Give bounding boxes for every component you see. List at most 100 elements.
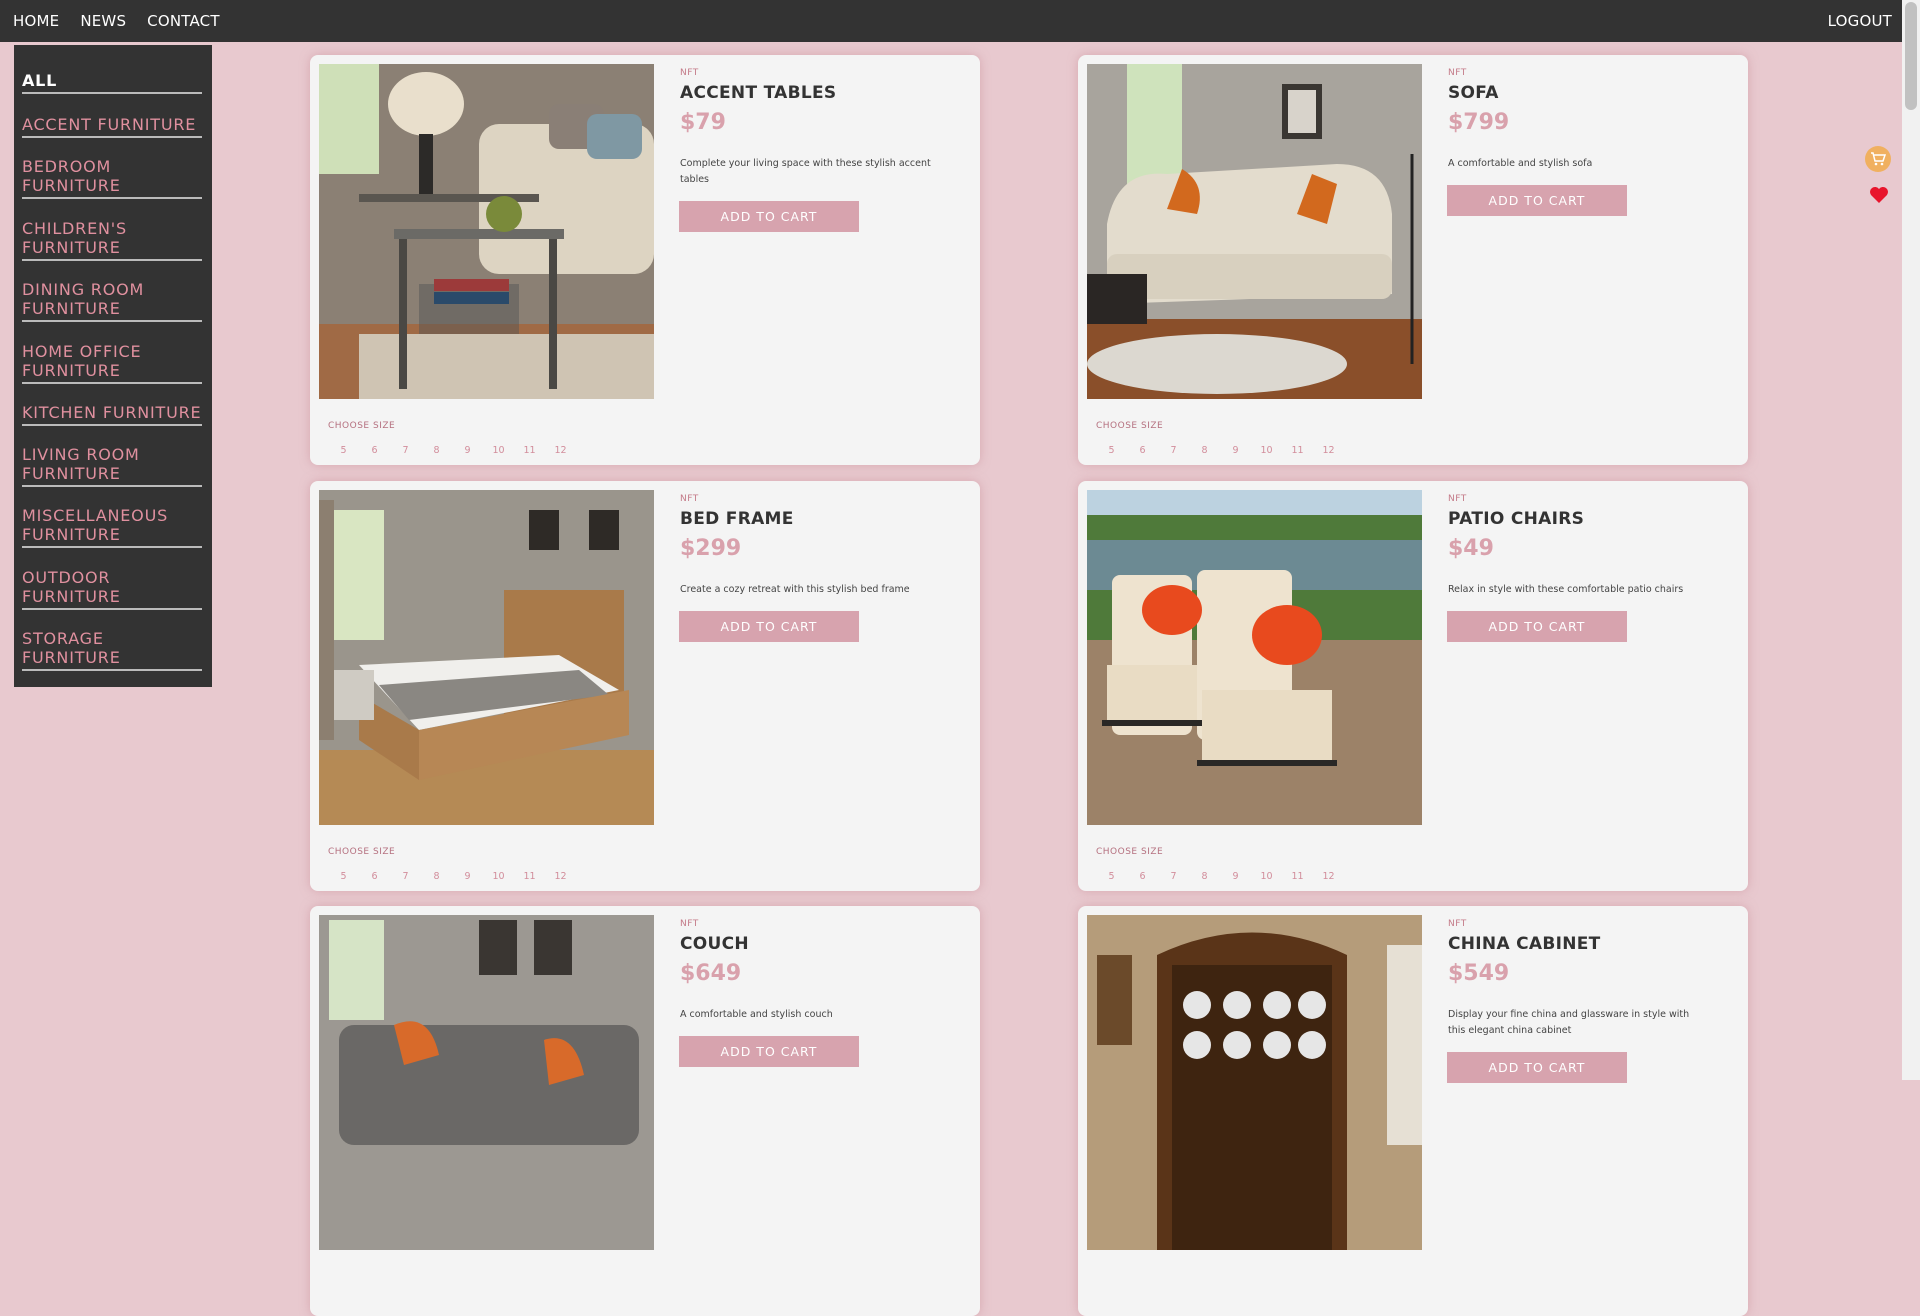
choose-size-label: CHOOSE SIZE [328, 421, 396, 431]
size-option[interactable]: 5 [328, 445, 359, 456]
size-option[interactable]: 7 [1158, 871, 1189, 882]
size-option[interactable]: 7 [390, 871, 421, 882]
size-option[interactable]: 8 [421, 445, 452, 456]
size-option[interactable]: 7 [390, 445, 421, 456]
size-options: 5 6 7 8 9 10 11 12 [328, 871, 576, 882]
nav-contact-link[interactable]: CONTACT [147, 12, 220, 30]
product-card: NFT BED FRAME $299 Create a cozy retreat… [310, 481, 980, 891]
product-tag: NFT [1448, 68, 1467, 78]
product-description: Relax in style with these comfortable pa… [1448, 584, 1684, 595]
product-card: NFT CHINA CABINET $549 Display your fine… [1078, 906, 1748, 1316]
category-sidebar: ALL ACCENT FURNITURE BEDROOM FURNITURE C… [14, 45, 212, 687]
size-option[interactable]: 11 [514, 445, 545, 456]
product-price: $299 [680, 536, 742, 561]
category-childrens-furniture[interactable]: CHILDREN'S FURNITURE [22, 219, 202, 261]
size-option[interactable]: 8 [1189, 445, 1220, 456]
category-outdoor-furniture[interactable]: OUTDOOR FURNITURE [22, 568, 202, 610]
product-price: $549 [1448, 961, 1510, 986]
product-name: BED FRAME [680, 509, 794, 529]
product-tag: NFT [680, 68, 699, 78]
size-option[interactable]: 9 [1220, 871, 1251, 882]
category-dining-room-furniture[interactable]: DINING ROOM FURNITURE [22, 280, 202, 322]
shopping-cart-icon[interactable] [1865, 146, 1891, 172]
choose-size-label: CHOOSE SIZE [1096, 847, 1164, 857]
category-all[interactable]: ALL [22, 71, 202, 94]
product-card: NFT PATIO CHAIRS $49 Relax in style with… [1078, 481, 1748, 891]
product-image [1087, 64, 1422, 399]
product-tag: NFT [680, 494, 699, 504]
size-option[interactable]: 11 [1282, 871, 1313, 882]
size-option[interactable]: 6 [1127, 871, 1158, 882]
product-image [1087, 915, 1422, 1250]
size-option[interactable]: 10 [1251, 871, 1282, 882]
add-to-cart-button[interactable]: ADD TO CART [679, 201, 859, 232]
category-living-room-furniture[interactable]: LIVING ROOM FURNITURE [22, 445, 202, 487]
size-option[interactable]: 12 [545, 871, 576, 882]
product-description: Create a cozy retreat with this stylish … [680, 584, 910, 595]
size-options: 5 6 7 8 9 10 11 12 [1096, 871, 1344, 882]
nav-home-link[interactable]: HOME [13, 12, 59, 30]
product-image [1087, 490, 1422, 825]
product-card: NFT SOFA $799 A comfortable and stylish … [1078, 55, 1748, 465]
size-option[interactable]: 5 [1096, 445, 1127, 456]
category-bedroom-furniture[interactable]: BEDROOM FURNITURE [22, 157, 202, 199]
logout-link[interactable]: LOGOUT [1828, 12, 1892, 30]
size-option[interactable]: 9 [1220, 445, 1251, 456]
size-option[interactable]: 12 [545, 445, 576, 456]
category-miscellaneous-furniture[interactable]: MISCELLANEOUS FURNITURE [22, 506, 202, 548]
category-home-office-furniture[interactable]: HOME OFFICE FURNITURE [22, 342, 202, 384]
product-name: COUCH [680, 934, 749, 954]
page-scrollbar[interactable] [1902, 0, 1920, 1080]
nav-news-link[interactable]: NEWS [80, 12, 126, 30]
product-card: NFT ACCENT TABLES $79 Complete your livi… [310, 55, 980, 465]
product-description: Complete your living space with these st… [680, 158, 931, 185]
size-option[interactable]: 10 [483, 445, 514, 456]
choose-size-label: CHOOSE SIZE [1096, 421, 1164, 431]
product-tag: NFT [1448, 494, 1467, 504]
product-card: NFT COUCH $649 A comfortable and stylish… [310, 906, 980, 1316]
size-option[interactable]: 8 [421, 871, 452, 882]
product-price: $799 [1448, 110, 1510, 135]
product-image [319, 490, 654, 825]
size-option[interactable]: 6 [359, 445, 390, 456]
product-description: Display your fine china and glassware in… [1448, 1009, 1690, 1036]
add-to-cart-button[interactable]: ADD TO CART [679, 1036, 859, 1067]
size-option[interactable]: 6 [1127, 445, 1158, 456]
size-option[interactable]: 6 [359, 871, 390, 882]
category-kitchen-furniture[interactable]: KITCHEN FURNITURE [22, 403, 202, 426]
size-option[interactable]: 10 [483, 871, 514, 882]
size-option[interactable]: 11 [1282, 445, 1313, 456]
size-option[interactable]: 9 [452, 445, 483, 456]
size-options: 5 6 7 8 9 10 11 12 [1096, 445, 1344, 456]
size-option[interactable]: 9 [452, 871, 483, 882]
product-tag: NFT [680, 919, 699, 929]
product-name: CHINA CABINET [1448, 934, 1601, 954]
size-option[interactable]: 5 [328, 871, 359, 882]
size-option[interactable]: 7 [1158, 445, 1189, 456]
size-option[interactable]: 12 [1313, 445, 1344, 456]
add-to-cart-button[interactable]: ADD TO CART [1447, 611, 1627, 642]
size-option[interactable]: 8 [1189, 871, 1220, 882]
product-description: A comfortable and stylish sofa [1448, 158, 1593, 169]
top-navigation: HOME NEWS CONTACT LOGOUT [0, 0, 1902, 42]
product-price: $49 [1448, 536, 1494, 561]
product-image [319, 915, 654, 1250]
product-name: PATIO CHAIRS [1448, 509, 1585, 529]
size-option[interactable]: 11 [514, 871, 545, 882]
size-option[interactable]: 12 [1313, 871, 1344, 882]
add-to-cart-button[interactable]: ADD TO CART [1447, 185, 1627, 216]
add-to-cart-button[interactable]: ADD TO CART [679, 611, 859, 642]
product-price: $79 [680, 110, 726, 135]
size-option[interactable]: 5 [1096, 871, 1127, 882]
product-price: $649 [680, 961, 742, 986]
add-to-cart-button[interactable]: ADD TO CART [1447, 1052, 1627, 1083]
product-name: SOFA [1448, 83, 1499, 103]
size-option[interactable]: 10 [1251, 445, 1282, 456]
heart-icon[interactable] [1868, 184, 1890, 206]
category-accent-furniture[interactable]: ACCENT FURNITURE [22, 115, 202, 138]
product-tag: NFT [1448, 919, 1467, 929]
category-storage-furniture[interactable]: STORAGE FURNITURE [22, 629, 202, 671]
choose-size-label: CHOOSE SIZE [328, 847, 396, 857]
scrollbar-thumb[interactable] [1905, 2, 1917, 110]
product-image [319, 64, 654, 399]
